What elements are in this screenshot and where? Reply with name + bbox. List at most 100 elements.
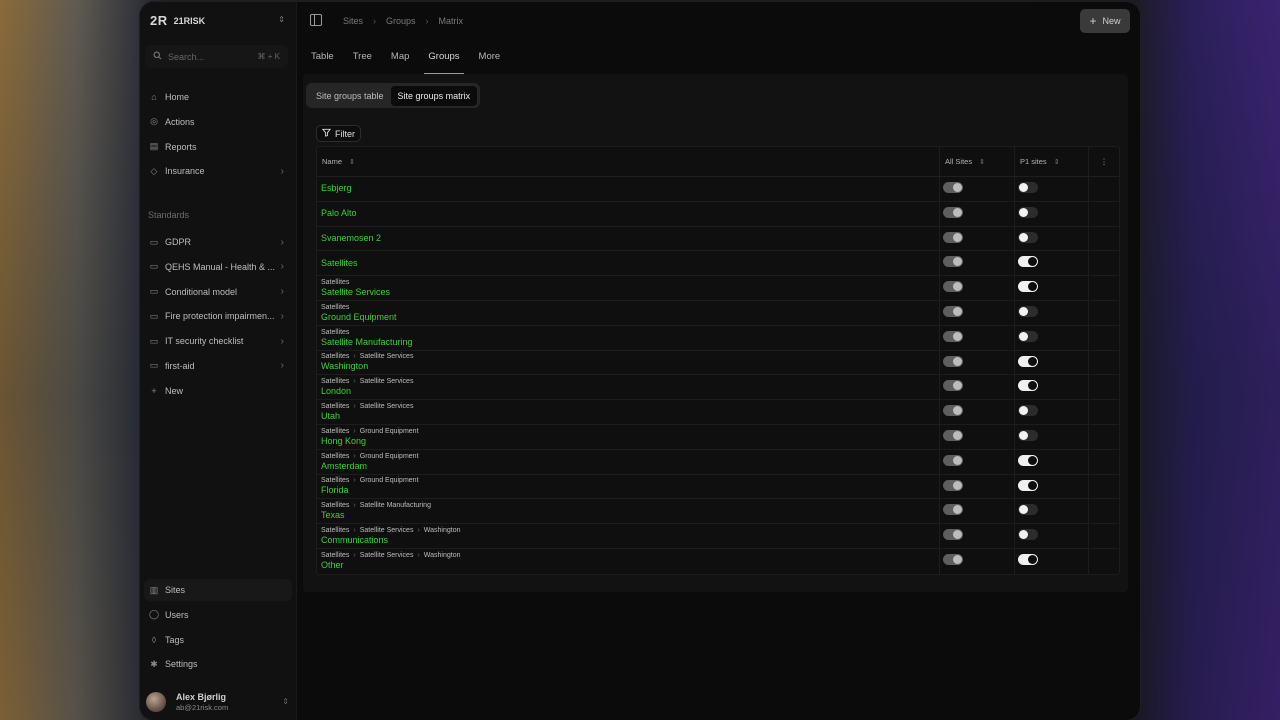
toggle-knob [1028,554,1037,564]
toggle-switch[interactable] [1018,380,1038,392]
table-row: Satellites Satellite Services [317,276,1119,301]
sidebar-item-new[interactable]: + New [144,380,292,402]
tab-groups[interactable]: Groups [424,51,464,74]
table-row: Esbjerg [317,177,1119,202]
chevron-right-icon: › [280,286,284,298]
site-group-link[interactable]: Svanemosen 2 [321,233,939,244]
column-options-icon[interactable]: ⋮ [1088,147,1119,176]
path-segment: Satellite Services [359,552,414,560]
toggle-knob [1019,207,1028,217]
toggle-switch[interactable] [1018,355,1038,367]
toggle-switch [943,479,963,491]
path-segment: Satellites [321,452,350,460]
segment-site-groups-table[interactable]: Site groups table [309,86,391,106]
toggle-switch[interactable] [1018,529,1038,541]
toggle-switch [943,405,963,417]
breadcrumb-sites[interactable]: Sites [343,16,363,26]
table-row: Satellites › Satellite Services › Washington… [317,524,1119,549]
path-segment: Washington [423,552,461,560]
tag-icon: ◊ [151,634,157,645]
tab-table[interactable]: Table [311,51,334,73]
p1-sites-cell [1014,325,1088,350]
breadcrumb-path: Satellites › Satellite Services [321,352,939,361]
site-group-link[interactable]: London [321,386,939,397]
site-group-link[interactable]: Utah [321,411,939,422]
site-group-link[interactable]: Satellites [321,258,939,269]
segment-site-groups-matrix[interactable]: Site groups matrix [390,85,478,106]
sidebar-item-sites[interactable]: ▥ Sites [144,579,292,601]
site-group-link[interactable]: Florida [321,485,939,496]
column-p1-sites[interactable]: P1 sites ⇕ [1014,147,1088,176]
chevron-right-icon: › [280,310,284,322]
breadcrumb-path: Satellites › Satellite Services [321,402,939,411]
sidebar-item-actions[interactable]: ◎ Actions [144,111,292,133]
search-input[interactable] [168,51,252,62]
site-group-link[interactable]: Satellite Manufacturing [321,337,939,348]
sort-icon[interactable]: ⇕ [349,158,355,166]
tab-map[interactable]: Map [391,51,409,73]
sort-icon[interactable]: ⇕ [1054,158,1060,166]
sidebar-item-it-security-checklist[interactable]: ▭ IT security checklist › [144,330,292,352]
breadcrumb-groups[interactable]: Groups [386,16,416,26]
sidebar-item-users[interactable]: ◯ Users [144,604,292,626]
new-button[interactable]: + New [1080,9,1130,33]
toggle-switch[interactable] [1018,281,1038,293]
filter-button[interactable]: Filter [316,125,361,142]
toggle-switch[interactable] [1018,479,1038,491]
site-group-link[interactable]: Other [321,560,939,571]
column-all-sites[interactable]: All Sites ⇕ [939,147,1014,176]
chevron-right-icon: › [417,527,420,535]
sidebar-toggle-icon[interactable] [310,14,322,26]
toggle-switch[interactable] [1018,305,1038,317]
site-group-link[interactable]: Washington [321,361,939,372]
site-group-link[interactable]: Ground Equipment [321,312,939,323]
toggle-knob [953,232,962,242]
toggle-switch[interactable] [1018,553,1038,565]
site-group-link[interactable]: Amsterdam [321,461,939,472]
toggle-knob [953,183,962,192]
toggle-switch[interactable] [1018,454,1038,466]
sort-icon[interactable]: ⇕ [979,158,985,166]
site-group-link[interactable]: Esbjerg [321,183,939,194]
tab-tree[interactable]: Tree [353,51,372,73]
table-row: Satellites › Satellite Services Washington [317,350,1119,376]
toggle-switch [943,380,963,392]
sidebar-item-first-aid[interactable]: ▭ first-aid › [144,355,292,377]
user-menu[interactable]: Alex Bjørlig ab@21risk.com ⇕ [146,689,292,715]
toggle-switch[interactable] [1018,256,1038,268]
sidebar-item-conditional-model[interactable]: ▭ Conditional model › [144,281,292,303]
sidebar-item-tags[interactable]: ◊ Tags [144,629,292,651]
site-group-link[interactable]: Hong Kong [321,436,939,447]
sidebar-item-settings[interactable]: ✱ Settings [144,653,292,675]
brand[interactable]: 2R 21RISK [150,13,205,28]
all-sites-cell [939,201,1014,226]
sidebar-item-reports[interactable]: ▤ Reports [144,136,292,158]
breadcrumb-path: Satellites › Ground Equipment [321,452,939,461]
chevron-up-down-icon[interactable]: ⇕ [278,15,285,24]
sidebar-item-insurance[interactable]: ◇ Insurance › [144,160,292,182]
all-sites-cell [939,524,1014,548]
sidebar-item-home[interactable]: ⌂ Home [144,86,292,108]
toggle-knob [953,306,962,316]
plus-icon: + [1089,14,1097,28]
all-sites-cell [939,350,1014,375]
tab-more[interactable]: More [479,51,501,73]
toggle-switch[interactable] [1018,182,1038,193]
column-name[interactable]: Name ⇕ [317,147,939,176]
sidebar-item-qehs-manual-health[interactable]: ▭ QEHS Manual - Health & ... › [144,256,292,278]
site-group-link[interactable]: Texas [321,510,939,521]
toggle-switch[interactable] [1018,231,1038,243]
site-group-link[interactable]: Communications [321,535,939,546]
toggle-switch[interactable] [1018,206,1038,218]
all-sites-cell [939,449,1014,474]
sidebar-item-fire-protection-impairmen[interactable]: ▭ Fire protection impairmen... › [144,305,292,327]
site-group-link[interactable]: Palo Alto [321,208,939,219]
table-row: Satellites [317,251,1119,277]
search-box[interactable]: ⌘ + K [145,45,288,68]
sidebar-item-gdpr[interactable]: ▭ GDPR › [144,231,292,253]
toggle-switch[interactable] [1018,504,1038,516]
toggle-switch[interactable] [1018,405,1038,417]
toggle-switch[interactable] [1018,429,1038,441]
toggle-switch[interactable] [1018,330,1038,342]
site-group-link[interactable]: Satellite Services [321,287,939,298]
